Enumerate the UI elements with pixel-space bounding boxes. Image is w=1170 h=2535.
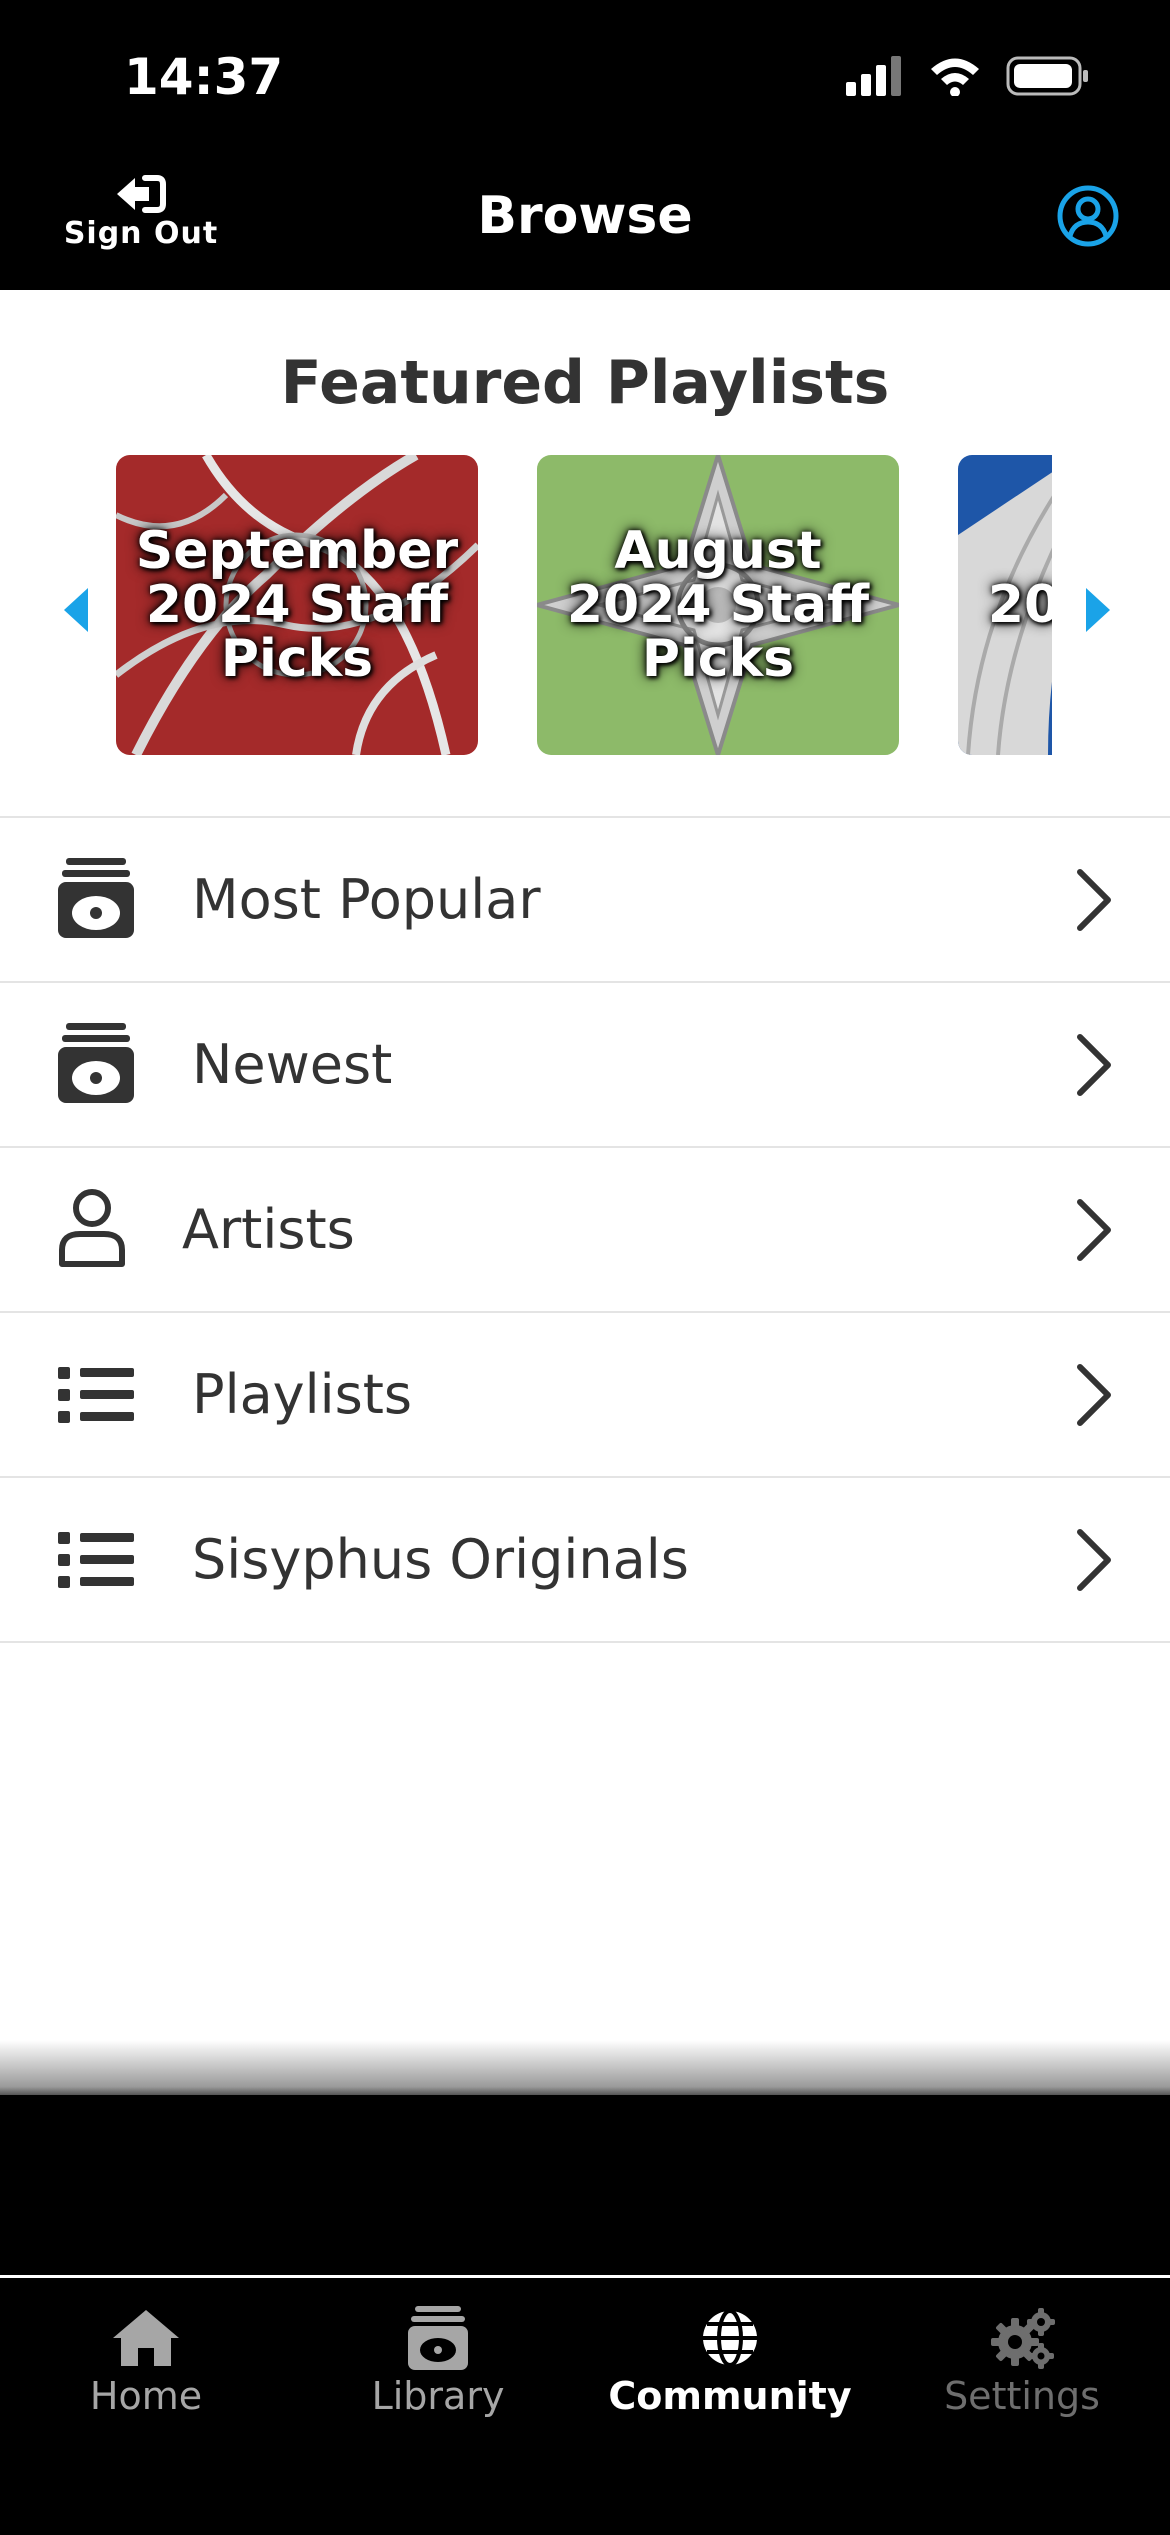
menu-label: Artists: [182, 1198, 355, 1261]
menu-label: Newest: [192, 1033, 393, 1096]
browse-menu: Most Popular Newest Artists Playlists Si…: [0, 816, 1170, 1643]
chevron-right-icon: [1077, 1199, 1111, 1261]
card-label-september: September 2024 Staff Picks: [135, 521, 459, 689]
chevron-right-icon: [1077, 1034, 1111, 1096]
tab-label: Home: [89, 2374, 203, 2418]
list-icon: [58, 1367, 134, 1423]
featured-card-september[interactable]: September 2024 Staff Picks: [116, 455, 478, 755]
content-fade: [0, 2040, 1170, 2095]
player-area: [0, 2095, 1170, 2275]
tab-label: Community: [608, 2374, 852, 2418]
home-icon: [113, 2310, 179, 2366]
battery-icon: [1006, 56, 1088, 96]
featured-card-august[interactable]: August 2024 Staff Picks: [537, 455, 899, 755]
globe-icon: [703, 2309, 757, 2367]
menu-label: Playlists: [192, 1363, 413, 1426]
person-icon: [59, 1189, 125, 1267]
menu-item-newest[interactable]: Newest: [0, 983, 1170, 1148]
nav-header: Sign Out Browse: [0, 150, 1170, 290]
menu-item-artists[interactable]: Artists: [0, 1148, 1170, 1313]
carousel-prev-arrow-icon[interactable]: [58, 580, 98, 640]
tab-home[interactable]: Home: [0, 2306, 292, 2418]
disc-box-icon: [408, 2306, 468, 2370]
browse-content: Featured Playlists September 2024 Staff …: [0, 290, 1170, 2095]
menu-label: Most Popular: [192, 868, 541, 931]
featured-carousel: September 2024 Staff Picks August 2024 S…: [116, 455, 1052, 757]
disc-box-icon: [58, 858, 134, 938]
chevron-right-icon: [1077, 1364, 1111, 1426]
page-title: Browse: [477, 186, 693, 246]
menu-item-sisyphus-originals[interactable]: Sisyphus Originals: [0, 1478, 1170, 1643]
chevron-right-icon: [1077, 1529, 1111, 1591]
list-icon: [58, 1532, 134, 1588]
tab-community[interactable]: Community: [584, 2306, 876, 2418]
menu-label: Sisyphus Originals: [192, 1528, 689, 1591]
menu-item-most-popular[interactable]: Most Popular: [0, 818, 1170, 983]
menu-item-playlists[interactable]: Playlists: [0, 1313, 1170, 1478]
user-circle-icon: [1057, 185, 1119, 247]
status-bar: 14:37: [0, 0, 1170, 150]
card-label-august: August 2024 Staff Picks: [566, 521, 870, 689]
featured-card-july[interactable]: July 2024 Staff Picks: [958, 455, 1052, 755]
profile-button[interactable]: [1056, 184, 1120, 248]
gears-icon: [991, 2308, 1055, 2369]
tab-library[interactable]: Library: [292, 2306, 584, 2418]
card-label-july: July 2024 Staff Picks: [987, 575, 1052, 635]
disc-box-icon: [58, 1023, 134, 1103]
tab-settings[interactable]: Settings: [876, 2306, 1168, 2418]
status-time: 14:37: [124, 48, 284, 106]
cellular-signal-icon: [846, 56, 901, 96]
tab-label: Settings: [944, 2374, 1100, 2418]
carousel-next-arrow-icon[interactable]: [1076, 580, 1116, 640]
wifi-icon: [931, 58, 979, 96]
featured-title: Featured Playlists: [280, 348, 890, 418]
chevron-right-icon: [1077, 869, 1111, 931]
tab-label: Library: [371, 2374, 505, 2418]
tab-bar: Home Library Community Settings: [0, 2275, 1170, 2535]
status-icons: [846, 56, 1090, 96]
